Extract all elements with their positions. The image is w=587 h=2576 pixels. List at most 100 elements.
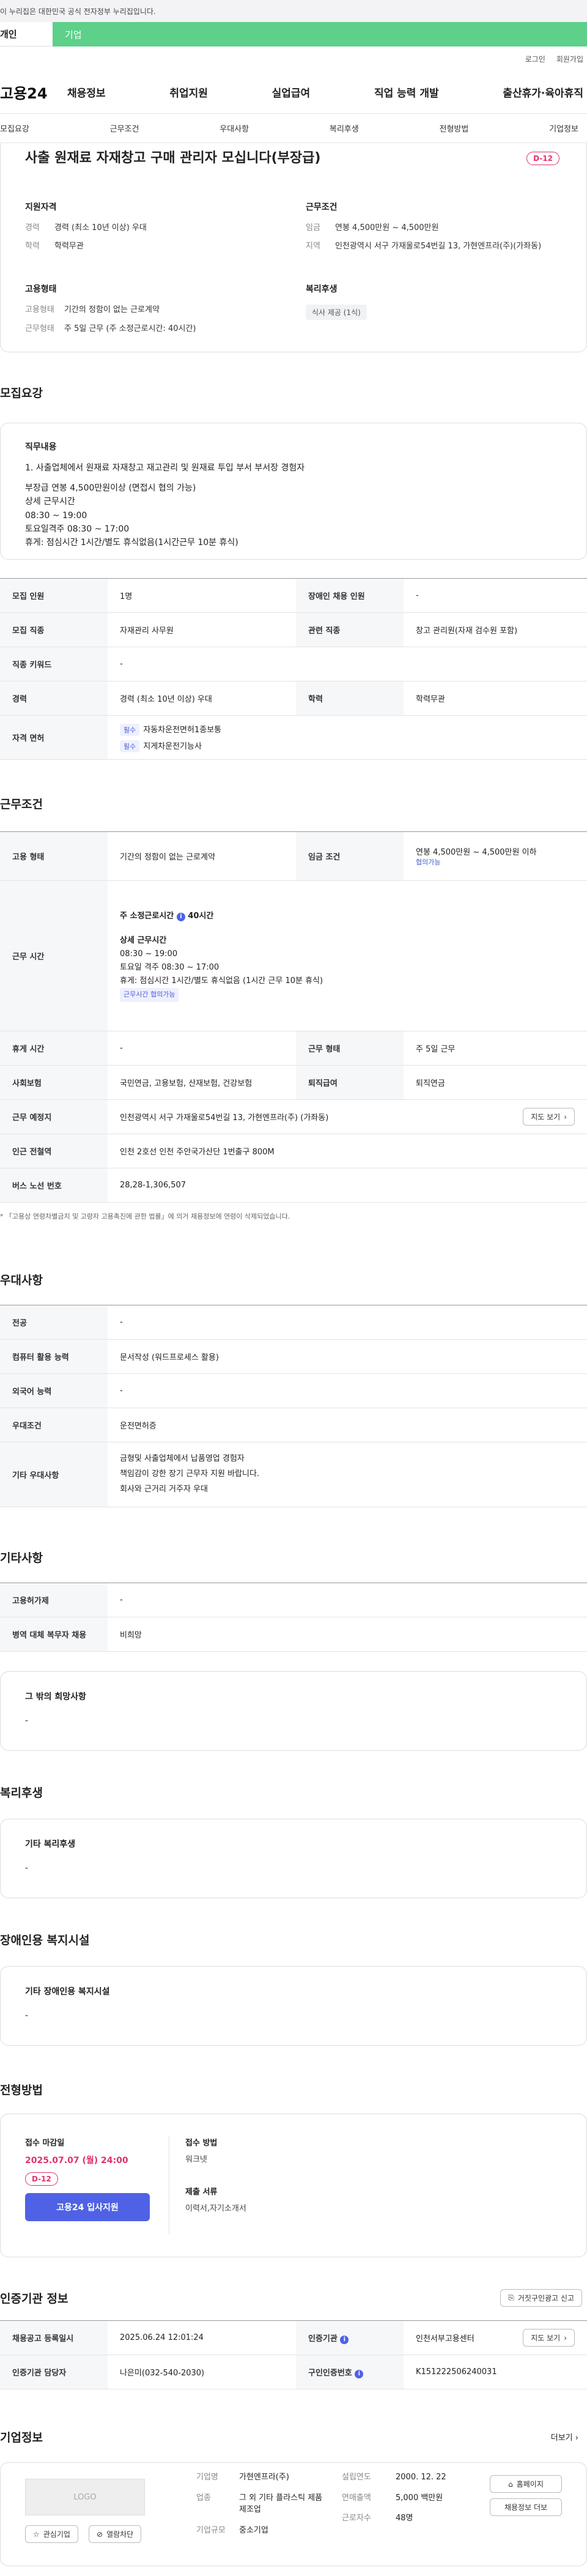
anchor-process[interactable]: 전형방법 bbox=[440, 122, 469, 134]
section-title-disability: 장애인용 복지시설 bbox=[0, 1934, 90, 1947]
block-company-button[interactable]: ⊘ 열람차단 bbox=[89, 2525, 142, 2543]
chevron-right-icon: › bbox=[564, 1112, 567, 1121]
anchor-work[interactable]: 근무조건 bbox=[110, 122, 139, 134]
info-value: 중소기업 bbox=[239, 2525, 268, 2535]
agency-map-button[interactable]: 지도 보기 › bbox=[523, 2329, 575, 2347]
weekly-hours-value: 40시간 bbox=[188, 911, 214, 921]
cell-value: - bbox=[108, 1305, 587, 1340]
tab-business[interactable]: 기업 bbox=[53, 22, 587, 46]
row-value: 기간의 정함이 없는 근로계약 bbox=[64, 305, 160, 315]
site-logo[interactable]: 고용24 bbox=[0, 81, 67, 103]
welfare-chip: 식사 제공 (1식) bbox=[306, 305, 367, 321]
cell-value: 인천광역시 서구 가재울로54번길 13, 가현엔프라(주) (가좌동) 지도 보… bbox=[108, 1099, 587, 1134]
row-key: 근무형태 bbox=[25, 324, 54, 333]
info-icon[interactable]: i bbox=[340, 2335, 349, 2344]
cell-value: 28,28-1,306,507 bbox=[108, 1168, 587, 1203]
cell-value: 필수 자동차운전면허1종보통 필수 지게차운전기능사 bbox=[108, 715, 587, 760]
table-row: 자격 면허 필수 자동차운전면허1종보통 필수 지게차운전기능사 bbox=[0, 715, 587, 760]
group-title: 근무조건 bbox=[306, 202, 338, 212]
welfare-group: 복리후생 식사 제공 (1식) bbox=[306, 283, 586, 341]
report-fake-ad-button[interactable]: ⎘ 거짓구인광고 신고 bbox=[500, 2289, 582, 2307]
cell-value: 운전면허증 bbox=[108, 1408, 587, 1442]
table-row: 채용공고 등록일시 2025.06.24 12:01:24 인증기관 i 인천서… bbox=[0, 2320, 587, 2355]
row-key: 경력 bbox=[25, 223, 40, 232]
table-row: 외국어 능력 - bbox=[0, 1373, 587, 1408]
member-type-tabs: 개인 기업 bbox=[0, 22, 587, 46]
cell-value: 창고 관리원(자재 검수원 포함) bbox=[404, 612, 587, 647]
box-value: - bbox=[25, 1863, 29, 1873]
cell-value: 주 5일 근무 bbox=[404, 1031, 587, 1066]
info-value: 48명 bbox=[396, 2514, 413, 2523]
cell-value: - bbox=[108, 1583, 587, 1617]
pref-table: 전공 - 컴퓨터 활용 능력 문서작성 (워드프로세스 활용) 외국어 능력 - 우대… bbox=[0, 1305, 587, 1507]
cell-key: 근무 시간 bbox=[0, 880, 108, 1031]
signup-link[interactable]: 회원가입 bbox=[556, 54, 583, 64]
anchor-recruit[interactable]: 모집요강 bbox=[0, 122, 29, 134]
table-row: 근무 예정지 인천광역시 서구 가재울로54번길 13, 가현엔프라(주) (가… bbox=[0, 1099, 587, 1134]
row-value: 연봉 4,500만원 ~ 4,500만원 bbox=[335, 223, 439, 232]
favorite-company-button[interactable]: ☆ 관심기업 bbox=[25, 2525, 78, 2543]
table-row: 사회보험 국민연금, 고용보험, 산재보험, 건강보험 퇴직급여 퇴직연금 bbox=[0, 1065, 587, 1100]
gnb-employment-support[interactable]: 취업지원 bbox=[169, 84, 208, 100]
anchor-pref[interactable]: 우대사항 bbox=[220, 122, 249, 134]
required-tag: 필수 bbox=[120, 740, 140, 752]
map-button[interactable]: 지도 보기 › bbox=[523, 1108, 575, 1126]
company-more-link[interactable]: 더보기 › bbox=[551, 2431, 578, 2443]
company-jobs-button[interactable]: 채용정보 더보 bbox=[490, 2498, 562, 2516]
gnb-jobs[interactable]: 채용정보 bbox=[67, 84, 106, 100]
workplace-address: 인천광역시 서구 가재울로54번길 13, 가현엔프라(주) (가좌동) bbox=[120, 1113, 329, 1123]
cell-key: 자격 면허 bbox=[0, 715, 108, 760]
anchor-company[interactable]: 기업정보 bbox=[549, 122, 578, 134]
group-title: 복리후생 bbox=[306, 284, 338, 295]
cell-key: 휴게 시간 bbox=[0, 1031, 108, 1066]
chevron-right-icon: › bbox=[564, 2333, 567, 2342]
info-key: 설립연도 bbox=[342, 2473, 371, 2482]
homepage-label: 홈페이지 bbox=[516, 2480, 544, 2489]
gnb-unemployment-benefit[interactable]: 실업급여 bbox=[272, 84, 311, 100]
cell-value: 주 소정근로시간 i 40시간 상세 근무시간 08:30 ~ 19:00 토요… bbox=[108, 880, 587, 1031]
cell-key-text: 인증기관 bbox=[308, 2334, 338, 2344]
login-link[interactable]: 로그인 bbox=[525, 54, 545, 64]
box-label: 그 밖의 희망사항 bbox=[25, 1692, 86, 1702]
docs-label: 제출 서류 bbox=[185, 2188, 218, 2197]
cell-value: 1명 bbox=[108, 578, 296, 613]
duty-line: 부장급 연봉 4,500만원이상 (면접시 협의 가능) bbox=[25, 483, 196, 493]
info-icon[interactable]: i bbox=[176, 912, 185, 921]
dday-badge: D-12 bbox=[25, 2172, 58, 2186]
job-summary-card: 사출 원재료 자재창고 구매 관리자 모십니다(부장급) D-12 지원자격 경… bbox=[0, 143, 587, 352]
cell-value: - bbox=[404, 578, 587, 613]
hours-line: 08:30 ~ 19:00 bbox=[120, 949, 178, 959]
job-title: 사출 원재료 자재창고 구매 관리자 모십니다(부장급) bbox=[25, 150, 321, 166]
table-row: 전공 - bbox=[0, 1305, 587, 1340]
table-row: 고용 형태 기간의 정함이 없는 근로계약 임금 조건 연봉 4,500만원 ~… bbox=[0, 831, 587, 881]
homepage-button[interactable]: ⌂ 홈페이지 bbox=[490, 2475, 562, 2493]
map-button-label: 지도 보기 bbox=[531, 1113, 561, 1121]
cell-key: 모집 인원 bbox=[0, 578, 108, 613]
info-icon[interactable]: i bbox=[355, 2369, 364, 2378]
table-row: 모집 인원 1명 장애인 채용 인원 - bbox=[0, 578, 587, 613]
pref-line: 책임감이 강한 장기 근무자 지원 바랍니다. bbox=[120, 1469, 260, 1479]
company-info-col1: 기업명 가현엔프라(주) 업종 그 외 기타 플라스틱 제품 제조업 기업규모 중소기… bbox=[196, 2471, 331, 2536]
gnb-vocational-training[interactable]: 직업 능력 개발 bbox=[374, 84, 439, 100]
recruit-table: 모집 인원 1명 장애인 채용 인원 - 모집 직종 자재관리 사무원 관련 직… bbox=[0, 578, 587, 760]
gnb-parental-leave[interactable]: 출산휴가·육아휴직 bbox=[503, 84, 583, 100]
conditions-group: 근무조건 임금 연봉 4,500만원 ~ 4,500만원 지역 인천광역시 서구 가… bbox=[306, 201, 586, 259]
table-row: 직종 키워드 - bbox=[0, 647, 587, 681]
info-key: 기업규모 bbox=[196, 2525, 226, 2535]
section-title-recruit: 모집요강 bbox=[0, 387, 43, 400]
box-value: - bbox=[25, 1716, 29, 1726]
cell-value: 나은미(032-540-2030) bbox=[108, 2355, 296, 2389]
anchor-welfare[interactable]: 복리후생 bbox=[330, 122, 359, 134]
section-title-agency: 인증기관 정보 bbox=[0, 2292, 68, 2306]
cell-key: 근무 형태 bbox=[296, 1031, 404, 1066]
cell-key: 근무 예정지 bbox=[0, 1099, 108, 1134]
agency-table: 채용공고 등록일시 2025.06.24 12:01:24 인증기관 i 인천서… bbox=[0, 2320, 587, 2389]
map-button-label: 지도 보기 bbox=[531, 2334, 561, 2342]
block-icon: ⊘ bbox=[97, 2530, 103, 2539]
apply-button[interactable]: 고용24 입사지원 bbox=[25, 2193, 150, 2221]
duty-box: 직무내용 1. 사출업체에서 원재료 자재창고 재고관리 및 원재료 투입 부서… bbox=[0, 423, 587, 560]
negotiable-link[interactable]: 협의가능 bbox=[416, 858, 440, 866]
table-row: 인증기관 담당자 나은미(032-540-2030) 구인인증번호 i K151… bbox=[0, 2355, 587, 2389]
tab-personal[interactable]: 개인 bbox=[0, 22, 53, 46]
section-title-other: 기타사항 bbox=[0, 1551, 43, 1565]
